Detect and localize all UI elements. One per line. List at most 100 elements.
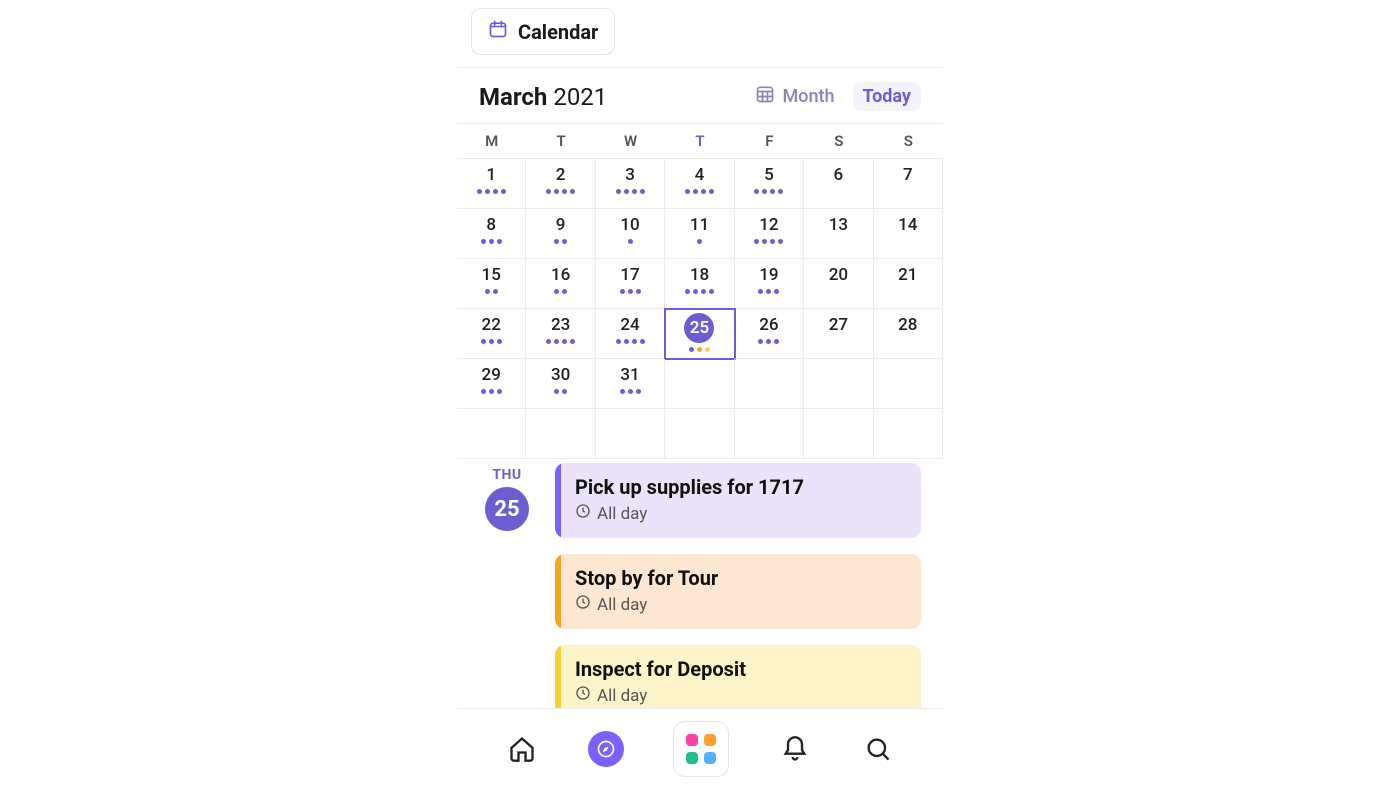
tab-calendar[interactable]: Calendar: [471, 8, 615, 55]
event-dot: [562, 189, 567, 194]
day-number: 11: [690, 215, 709, 235]
empty-cell: [735, 359, 804, 409]
nav-notifications[interactable]: [778, 732, 812, 766]
view-mode-button[interactable]: Month: [755, 84, 835, 109]
event-dot: [546, 189, 551, 194]
day-cell[interactable]: 18: [665, 259, 734, 309]
day-cell[interactable]: 21: [874, 259, 943, 309]
event-dot: [489, 239, 494, 244]
clock-icon: [575, 685, 591, 706]
event-dot: [766, 339, 771, 344]
nav-explore[interactable]: [588, 731, 624, 767]
weekday-col: T: [665, 124, 734, 158]
day-cell[interactable]: 20: [804, 259, 873, 309]
event-dot: [689, 347, 694, 352]
day-cell[interactable]: 28: [874, 309, 943, 359]
day-cell[interactable]: 1: [457, 159, 526, 209]
day-cell[interactable]: 25: [665, 309, 734, 359]
day-cell[interactable]: 26: [735, 309, 804, 359]
day-cell[interactable]: 16: [526, 259, 595, 309]
event-title: Pick up supplies for 1717: [575, 475, 905, 499]
event-dot: [766, 289, 771, 294]
day-cell[interactable]: 22: [457, 309, 526, 359]
selected-date: THU 25: [475, 463, 539, 708]
empty-cell: [457, 409, 526, 459]
event-dot: [770, 239, 775, 244]
day-number: 19: [759, 265, 778, 285]
event-dot: [758, 339, 763, 344]
event-dot: [632, 189, 637, 194]
day-cell[interactable]: 5: [735, 159, 804, 209]
day-cell[interactable]: 27: [804, 309, 873, 359]
month-header: March 2021 Month Today: [457, 68, 943, 123]
day-cell[interactable]: 10: [596, 209, 665, 259]
month-name: March: [479, 83, 547, 111]
event-dot: [477, 189, 482, 194]
event-card[interactable]: Stop by for TourAll day: [555, 554, 921, 629]
day-cell[interactable]: 12: [735, 209, 804, 259]
empty-cell: [804, 409, 873, 459]
top-tabs: Calendar: [457, 0, 943, 55]
day-cell[interactable]: 29: [457, 359, 526, 409]
day-cell[interactable]: 24: [596, 309, 665, 359]
day-cell[interactable]: 31: [596, 359, 665, 409]
event-dot: [770, 189, 775, 194]
day-number: 23: [551, 315, 570, 335]
event-dot: [628, 239, 633, 244]
event-dot: [778, 239, 783, 244]
day-number: 12: [759, 215, 778, 235]
day-cell[interactable]: 3: [596, 159, 665, 209]
empty-cell: [874, 409, 943, 459]
event-dot: [628, 389, 633, 394]
event-dot: [636, 389, 641, 394]
selected-date-dow: THU: [492, 467, 521, 483]
event-dots: [481, 339, 502, 344]
day-cell[interactable]: 15: [457, 259, 526, 309]
event-dots: [628, 239, 633, 244]
day-number: 15: [482, 265, 501, 285]
event-dot: [497, 389, 502, 394]
day-cell[interactable]: 9: [526, 209, 595, 259]
event-dot: [685, 189, 690, 194]
today-button[interactable]: Today: [853, 82, 922, 111]
day-number: 3: [625, 165, 635, 185]
event-dots: [616, 339, 645, 344]
day-cell[interactable]: 13: [804, 209, 873, 259]
event-dot: [685, 289, 690, 294]
selected-date-num: 25: [485, 487, 529, 531]
event-dot: [546, 339, 551, 344]
month-title[interactable]: March 2021: [479, 83, 607, 111]
day-cell[interactable]: 19: [735, 259, 804, 309]
weekday-col: S: [804, 124, 873, 158]
event-list: THU 25 Pick up supplies for 1717All dayS…: [457, 459, 943, 708]
day-cell[interactable]: 6: [804, 159, 873, 209]
nav-home[interactable]: [505, 732, 539, 766]
day-cell[interactable]: 11: [665, 209, 734, 259]
day-cell[interactable]: 23: [526, 309, 595, 359]
day-cell[interactable]: 7: [874, 159, 943, 209]
event-dot: [754, 239, 759, 244]
event-dots: [697, 239, 702, 244]
event-dot: [493, 189, 498, 194]
event-dots: [620, 389, 641, 394]
event-dots: [616, 189, 645, 194]
event-card[interactable]: Inspect for DepositAll day: [555, 645, 921, 708]
day-cell[interactable]: 8: [457, 209, 526, 259]
empty-cell: [665, 409, 734, 459]
event-dots: [477, 189, 506, 194]
event-dot: [774, 339, 779, 344]
day-cell[interactable]: 2: [526, 159, 595, 209]
day-cell[interactable]: 4: [665, 159, 734, 209]
day-cell[interactable]: 17: [596, 259, 665, 309]
nav-search[interactable]: [861, 732, 895, 766]
tab-label: Calendar: [518, 20, 598, 44]
bottom-nav: [457, 708, 943, 788]
day-cell[interactable]: 30: [526, 359, 595, 409]
nav-apps[interactable]: [673, 721, 729, 777]
event-card[interactable]: Pick up supplies for 1717All day: [555, 463, 921, 538]
event-time: All day: [575, 685, 905, 706]
day-cell[interactable]: 14: [874, 209, 943, 259]
event-dots: [689, 347, 710, 352]
event-time: All day: [575, 594, 905, 615]
event-dot: [489, 389, 494, 394]
